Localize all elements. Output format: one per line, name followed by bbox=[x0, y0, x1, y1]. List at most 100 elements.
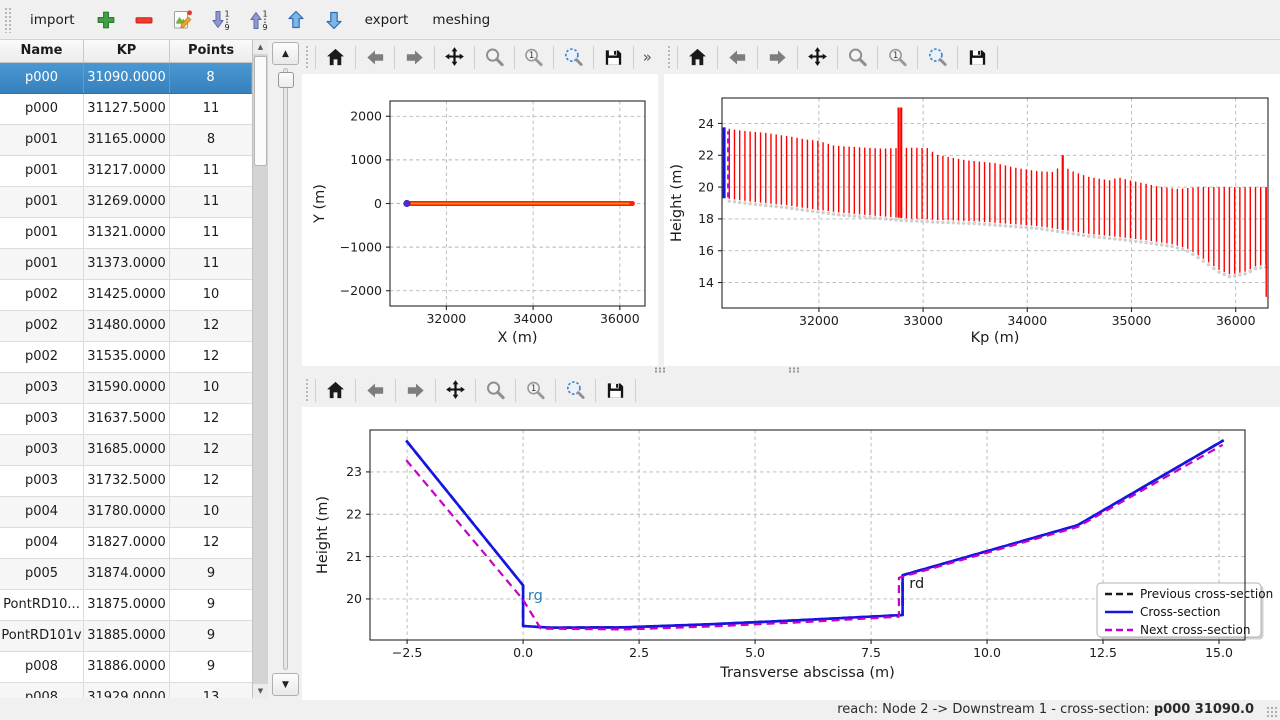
svg-text:23: 23 bbox=[346, 464, 362, 479]
zoom-button[interactable] bbox=[841, 43, 874, 71]
cell-points: 8 bbox=[170, 63, 252, 93]
zoom-fit-button[interactable] bbox=[559, 376, 592, 404]
toolbar-grip[interactable] bbox=[305, 45, 310, 69]
cell-name: PontRD10... bbox=[0, 590, 84, 620]
add-cross-section-button[interactable] bbox=[88, 5, 124, 35]
zoom-button[interactable] bbox=[478, 43, 511, 71]
table-row[interactable]: p00231480.000012 bbox=[0, 311, 252, 342]
toolbar-grip[interactable] bbox=[667, 45, 672, 69]
resize-grip[interactable] bbox=[1266, 706, 1278, 718]
save-button[interactable] bbox=[599, 376, 632, 404]
back-button[interactable] bbox=[359, 376, 392, 404]
toolbar-separator bbox=[395, 379, 396, 402]
nav-up-button[interactable]: ▲ bbox=[272, 42, 299, 65]
nav-slider-track[interactable] bbox=[283, 68, 288, 670]
table-row[interactable]: p00131321.000011 bbox=[0, 218, 252, 249]
remove-cross-section-button[interactable] bbox=[126, 5, 162, 35]
table-row[interactable]: p00131165.00008 bbox=[0, 125, 252, 156]
legend-entry: Cross-section bbox=[1140, 605, 1220, 619]
back-button[interactable] bbox=[721, 43, 754, 71]
sort-descending-button[interactable]: 19 bbox=[202, 5, 238, 35]
table-row[interactable]: p00331685.000012 bbox=[0, 435, 252, 466]
nav-down-button[interactable]: ▼ bbox=[272, 673, 299, 696]
table-row[interactable]: p00431780.000010 bbox=[0, 497, 252, 528]
cell-name: p001 bbox=[0, 187, 84, 217]
toolbar-grip[interactable] bbox=[4, 7, 11, 33]
table-row[interactable]: p00431827.000012 bbox=[0, 528, 252, 559]
table-scrollbar-thumb[interactable] bbox=[254, 56, 267, 166]
table-row[interactable]: p00331732.500012 bbox=[0, 466, 252, 497]
back-button[interactable] bbox=[359, 43, 392, 71]
table-row[interactable]: PontRD10...31875.00009 bbox=[0, 590, 252, 621]
cross-section-view-canvas[interactable]: rgrdPrevious cross-sectionCross-sectionN… bbox=[302, 407, 1280, 700]
pan-button[interactable] bbox=[438, 43, 471, 71]
forward-button[interactable] bbox=[399, 376, 432, 404]
zoom-one-button[interactable]: 1 bbox=[881, 43, 914, 71]
column-header-kp[interactable]: KP bbox=[84, 40, 170, 62]
toolbar-grip[interactable] bbox=[305, 378, 310, 402]
table-header: NameKPPoints bbox=[0, 40, 252, 63]
zoom-fit-button[interactable] bbox=[557, 43, 590, 71]
svg-text:1: 1 bbox=[893, 51, 898, 61]
cell-points: 9 bbox=[170, 652, 252, 682]
export-button[interactable]: export bbox=[354, 5, 420, 35]
table-row[interactable]: p00331637.500012 bbox=[0, 404, 252, 435]
forward-icon bbox=[766, 46, 789, 69]
table-scrollbar[interactable]: ▲ ▼ bbox=[252, 40, 268, 698]
table-row[interactable]: p00031127.500011 bbox=[0, 94, 252, 125]
cell-kp: 31269.0000 bbox=[84, 187, 170, 217]
column-header-name[interactable]: Name bbox=[0, 40, 84, 62]
cell-points: 12 bbox=[170, 342, 252, 372]
add-icon bbox=[94, 8, 118, 32]
zoom-one-button[interactable]: 1 bbox=[519, 376, 552, 404]
import-button[interactable]: import bbox=[19, 5, 86, 35]
svg-text:32000: 32000 bbox=[426, 311, 466, 326]
cell-points: 9 bbox=[170, 590, 252, 620]
forward-button[interactable] bbox=[398, 43, 431, 71]
table-row[interactable]: p00831929.000013 bbox=[0, 683, 252, 698]
table-row[interactable]: p00231425.000010 bbox=[0, 280, 252, 311]
table-row[interactable]: p00131217.000011 bbox=[0, 156, 252, 187]
column-header-points[interactable]: Points bbox=[170, 40, 252, 62]
toolbar-separator bbox=[515, 379, 516, 402]
table-row[interactable]: p00231535.000012 bbox=[0, 342, 252, 373]
table-row[interactable]: PontRD101v31885.00009 bbox=[0, 621, 252, 652]
meshing-button[interactable]: meshing bbox=[421, 5, 501, 35]
profile-view-canvas[interactable]: 3200033000340003500036000141618202224Kp … bbox=[664, 74, 1280, 364]
table-body: p00031090.00008p00031127.500011p00131165… bbox=[0, 63, 252, 698]
table-row[interactable]: p00031090.00008 bbox=[0, 63, 252, 94]
forward-button[interactable] bbox=[761, 43, 794, 71]
move-down-button[interactable] bbox=[316, 5, 352, 35]
nav-slider-thumb[interactable] bbox=[278, 72, 294, 88]
splitter-handle[interactable] bbox=[788, 367, 800, 373]
cell-name: p002 bbox=[0, 342, 84, 372]
pan-button[interactable] bbox=[801, 43, 834, 71]
cell-kp: 31090.0000 bbox=[84, 63, 170, 93]
scroll-up-icon[interactable]: ▲ bbox=[253, 40, 268, 54]
splitter-handle[interactable] bbox=[654, 367, 666, 373]
horizontal-splitter[interactable] bbox=[302, 366, 1280, 373]
home-button[interactable] bbox=[319, 376, 352, 404]
move-up-button[interactable] bbox=[278, 5, 314, 35]
svg-text:−1000: −1000 bbox=[340, 239, 382, 254]
selected-cross-section-point bbox=[403, 200, 410, 207]
scroll-down-icon[interactable]: ▼ bbox=[253, 684, 268, 698]
zoom-one-button[interactable]: 1 bbox=[518, 43, 551, 71]
tick-labels: 320003400036000−2000−1000010002000 bbox=[340, 109, 640, 326]
home-button[interactable] bbox=[319, 43, 352, 71]
table-row[interactable]: p00531874.00009 bbox=[0, 559, 252, 590]
table-row[interactable]: p00131269.000011 bbox=[0, 187, 252, 218]
edit-cross-section-button[interactable] bbox=[164, 5, 200, 35]
table-row[interactable]: p00831886.00009 bbox=[0, 652, 252, 683]
home-button[interactable] bbox=[681, 43, 714, 71]
sort-ascending-button[interactable]: 19 bbox=[240, 5, 276, 35]
save-button[interactable] bbox=[597, 43, 630, 71]
plan-view-canvas[interactable]: 320003400036000−2000−1000010002000X (m)Y… bbox=[302, 74, 658, 364]
zoom-button[interactable] bbox=[479, 376, 512, 404]
zoom-fit-button[interactable] bbox=[921, 43, 954, 71]
table-row[interactable]: p00131373.000011 bbox=[0, 249, 252, 280]
save-button[interactable] bbox=[961, 43, 994, 71]
table-row[interactable]: p00331590.000010 bbox=[0, 373, 252, 404]
toolbar-overflow-button[interactable]: » bbox=[637, 48, 658, 66]
pan-button[interactable] bbox=[439, 376, 472, 404]
